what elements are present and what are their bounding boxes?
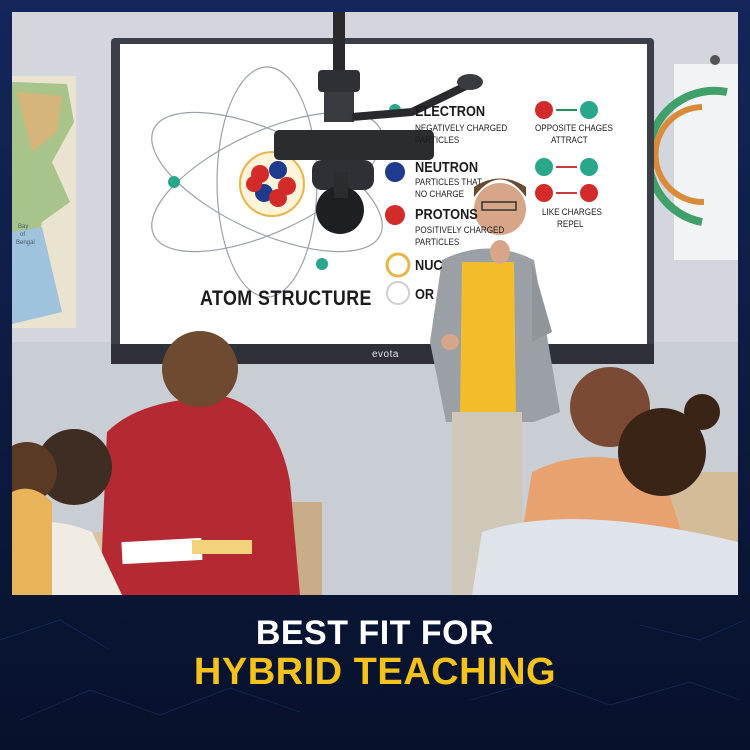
legend-electron-label: ELECTRON — [415, 103, 486, 120]
legend-electron-desc2: PARTICLES — [415, 135, 460, 145]
map-label-bengal: Bengal — [16, 240, 35, 246]
nucleus — [239, 151, 305, 217]
legend-neutron-label: NEUTRON — [415, 159, 479, 176]
legend-electron-desc1: NEGATIVELY CHARGED — [415, 123, 508, 133]
legend-orbit-label: OR — [415, 286, 435, 303]
legend-neutron-desc2: NO CHARGE — [415, 189, 465, 199]
legend-protons-desc2: PARTICLES — [415, 237, 460, 247]
charge-attract-line1: OPPOSITE CHAGES — [535, 123, 613, 133]
screen-title: ATOM STRUCTURE — [200, 287, 372, 310]
caption-line-1: BEST FIT FOR — [255, 614, 495, 652]
proton-icon — [385, 205, 405, 225]
charge-repel-line1: LIKE CHARGES — [542, 207, 602, 217]
promo-image: ATOM STRUCTURE evota ELECTRON NEGATIVELY… — [0, 0, 750, 750]
map-label-bay: Bay — [18, 224, 29, 230]
map-label-of: of — [20, 232, 26, 238]
charge-attract-line2: ATTRACT — [551, 135, 588, 145]
classroom-scene — [12, 12, 738, 595]
legend-neutron-desc1: PARTICLES THAT — [415, 177, 482, 187]
legend-protons-label: PROTONS — [415, 206, 478, 223]
legend-protons-desc1: POSITIVELY CHARGED — [415, 225, 505, 235]
board-brand: evota — [372, 349, 399, 360]
classroom-photo: ATOM STRUCTURE evota ELECTRON NEGATIVELY… — [12, 12, 738, 595]
caption-line-2: HYBRID TEACHING — [193, 651, 557, 693]
map-poster — [12, 76, 76, 328]
charge-repel-line2: REPEL — [557, 219, 584, 229]
legend-nucleus-label: NUC — [415, 257, 443, 274]
neutron-icon — [385, 162, 405, 182]
